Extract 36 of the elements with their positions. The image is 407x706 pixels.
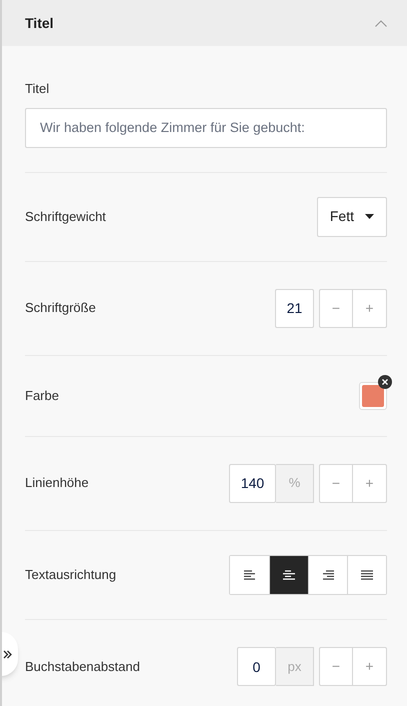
field-label: Textausrichtung — [25, 566, 116, 584]
stepper-control[interactable]: − + — [319, 464, 387, 502]
field-label: Schriftgewicht — [25, 208, 106, 226]
close-icon — [382, 378, 388, 384]
section-title: Titel — [25, 14, 54, 32]
stepper-control[interactable]: − + — [319, 288, 387, 328]
title-input[interactable]: Wir haben folgende Zimmer für Sie gebucht: — [25, 108, 387, 148]
increment-button[interactable]: + — [353, 290, 386, 326]
unit-label: px — [276, 647, 314, 686]
align-right-icon — [322, 570, 334, 580]
section-header[interactable]: Titel — [2, 0, 407, 46]
increment-button[interactable]: + — [353, 648, 386, 685]
number-field[interactable]: 0 — [237, 647, 276, 686]
number-field[interactable]: 140 — [229, 464, 276, 502]
decrement-button[interactable]: − — [320, 464, 353, 502]
unit-label: % — [276, 464, 314, 502]
field-label: Schriftgröße — [25, 299, 96, 318]
clear-color-button[interactable] — [378, 374, 392, 388]
decrement-button[interactable]: − — [320, 290, 353, 326]
field-label: Farbe — [25, 386, 59, 405]
alignment-toggle-group[interactable] — [229, 554, 387, 594]
caret-icon — [365, 214, 374, 219]
align-option[interactable] — [347, 556, 386, 594]
align-option[interactable] — [269, 556, 308, 594]
number-field[interactable]: 21 — [275, 288, 314, 328]
align-left-icon — [244, 570, 256, 580]
increment-button[interactable]: + — [353, 464, 386, 502]
align-justify-icon — [361, 570, 373, 580]
stepper-control[interactable]: − + — [319, 647, 387, 686]
field-label: Linienhöhe — [25, 474, 89, 492]
field-label: Buchstabenabstand — [25, 658, 140, 676]
field-label: Titel — [25, 80, 50, 98]
double-chevron-icon — [3, 650, 12, 658]
decrement-button[interactable]: − — [320, 648, 353, 685]
align-center-icon — [283, 570, 295, 580]
font-weight-select[interactable]: Fett — [316, 196, 387, 236]
